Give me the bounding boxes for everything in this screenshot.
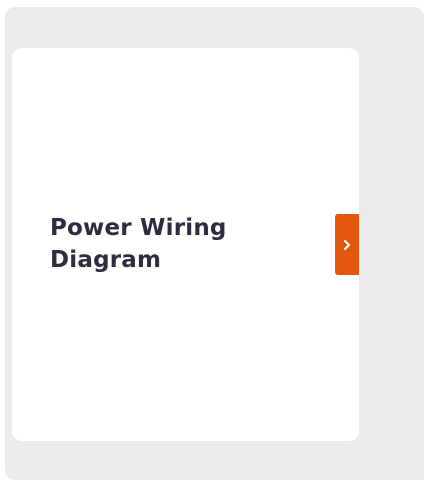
card-title: Power Wiring Diagram xyxy=(50,215,227,273)
chevron-right-icon xyxy=(343,239,351,251)
open-diagram-button[interactable] xyxy=(335,214,359,275)
